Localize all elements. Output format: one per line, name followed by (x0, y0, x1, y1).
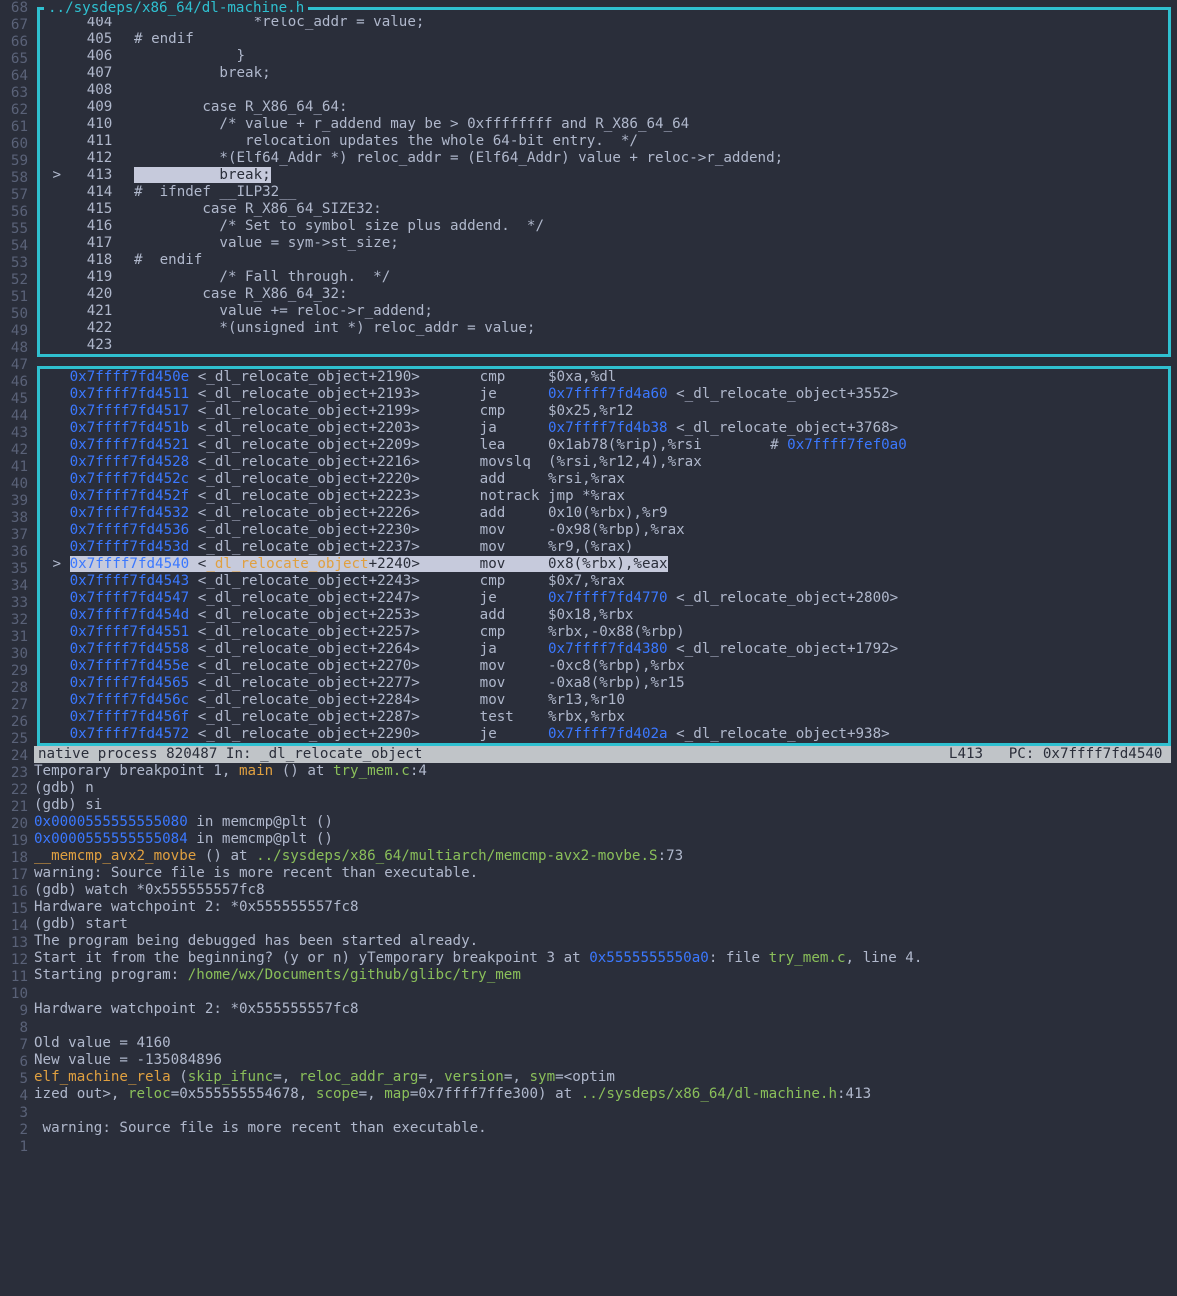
console-line: Starting program: /home/wx/Documents/git… (34, 967, 1177, 984)
console-line: 0x0000555555555084 in memcmp@plt () (34, 831, 1177, 848)
asm-line: 0x7ffff7fd4543 <_dl_relocate_object+2243… (44, 573, 1168, 590)
console-line: warning: Source file is more recent than… (34, 1120, 1177, 1137)
asm-line: 0x7ffff7fd453d <_dl_relocate_object+2237… (44, 539, 1168, 556)
asm-line: 0x7ffff7fd452f <_dl_relocate_object+2223… (44, 488, 1168, 505)
gdb-console[interactable]: Temporary breakpoint 1, main () at try_m… (34, 763, 1177, 1137)
console-line: (gdb) si (34, 797, 1177, 814)
source-line: 411 relocation updates the whole 64-bit … (44, 133, 1168, 150)
source-line: 421 value += reloc->r_addend; (44, 303, 1168, 320)
asm-line: 0x7ffff7fd4521 <_dl_relocate_object+2209… (44, 437, 1168, 454)
console-line: Old value = 4160 (34, 1035, 1177, 1052)
console-line: ized out>, reloc=0x555555554678, scope=,… (34, 1086, 1177, 1103)
source-line: 422 *(unsigned int *) reloc_addr = value… (44, 320, 1168, 337)
asm-line: 0x7ffff7fd4517 <_dl_relocate_object+2199… (44, 403, 1168, 420)
asm-line: 0x7ffff7fd4547 <_dl_relocate_object+2247… (44, 590, 1168, 607)
asm-line: 0x7ffff7fd4528 <_dl_relocate_object+2216… (44, 454, 1168, 471)
console-line: elf_machine_rela (skip_ifunc=, reloc_add… (34, 1069, 1177, 1086)
asm-line: 0x7ffff7fd4511 <_dl_relocate_object+2193… (44, 386, 1168, 403)
source-panel-title: ../sysdeps/x86_64/dl-machine.h (44, 0, 308, 17)
source-line: 412 *(Elf64_Addr *) reloc_addr = (Elf64_… (44, 150, 1168, 167)
asm-line: 0x7ffff7fd456c <_dl_relocate_object+2284… (44, 692, 1168, 709)
console-line: __memcmp_avx2_movbe () at ../sysdeps/x86… (34, 848, 1177, 865)
source-line: 405 # endif (44, 31, 1168, 48)
source-line: 414 # ifndef __ILP32__ (44, 184, 1168, 201)
source-line: 420 case R_X86_64_32: (44, 286, 1168, 303)
source-code-panel[interactable]: 404 *reloc_addr = value; 405 # endif 406… (37, 14, 1171, 354)
source-line: 423 (44, 337, 1168, 354)
console-line: New value = -135084896 (34, 1052, 1177, 1069)
asm-line: 0x7ffff7fd450e <_dl_relocate_object+2190… (44, 369, 1168, 386)
source-line: 410 /* value + r_addend may be > 0xfffff… (44, 116, 1168, 133)
asm-line: 0x7ffff7fd4532 <_dl_relocate_object+2226… (44, 505, 1168, 522)
status-left: native process 820487 In: _dl_relocate_o… (38, 746, 422, 763)
asm-line: 0x7ffff7fd4565 <_dl_relocate_object+2277… (44, 675, 1168, 692)
disassembly-panel[interactable]: 0x7ffff7fd450e <_dl_relocate_object+2190… (37, 369, 1171, 743)
console-line: (gdb) watch *0x555555557fc8 (34, 882, 1177, 899)
console-line: Hardware watchpoint 2: *0x555555557fc8 (34, 1001, 1177, 1018)
source-line: 419 /* Fall through. */ (44, 269, 1168, 286)
asm-line: 0x7ffff7fd4572 <_dl_relocate_object+2290… (44, 726, 1168, 743)
asm-line: 0x7ffff7fd455e <_dl_relocate_object+2270… (44, 658, 1168, 675)
console-line (34, 1018, 1177, 1035)
asm-line: 0x7ffff7fd451b <_dl_relocate_object+2203… (44, 420, 1168, 437)
asm-line: 0x7ffff7fd4551 <_dl_relocate_object+2257… (44, 624, 1168, 641)
status-right: L413 PC: 0x7ffff7fd4540 (949, 746, 1171, 763)
source-line: 408 (44, 82, 1168, 99)
console-line: warning: Source file is more recent than… (34, 865, 1177, 882)
console-line: The program being debugged has been star… (34, 933, 1177, 950)
source-line: 416 /* Set to symbol size plus addend. *… (44, 218, 1168, 235)
asm-line: 0x7ffff7fd452c <_dl_relocate_object+2220… (44, 471, 1168, 488)
console-line: Start it from the beginning? (y or n) yT… (34, 950, 1177, 967)
status-bar: native process 820487 In: _dl_relocate_o… (34, 746, 1171, 763)
asm-line: 0x7ffff7fd456f <_dl_relocate_object+2287… (44, 709, 1168, 726)
console-line: 0x0000555555555080 in memcmp@plt () (34, 814, 1177, 831)
source-line: 409 case R_X86_64_64: (44, 99, 1168, 116)
console-line: Temporary breakpoint 1, main () at try_m… (34, 763, 1177, 780)
source-line: 418 # endif (44, 252, 1168, 269)
asm-line: 0x7ffff7fd4536 <_dl_relocate_object+2230… (44, 522, 1168, 539)
main-content: ../sysdeps/x86_64/dl-machine.h 404 *relo… (34, 0, 1177, 1137)
console-line: Hardware watchpoint 2: *0x555555557fc8 (34, 899, 1177, 916)
asm-line: > 0x7ffff7fd4540 <_dl_relocate_object+22… (44, 556, 1168, 573)
source-line: 415 case R_X86_64_SIZE32: (44, 201, 1168, 218)
source-line: 407 break; (44, 65, 1168, 82)
source-line: 417 value = sym->st_size; (44, 235, 1168, 252)
source-line: 406 } (44, 48, 1168, 65)
source-line: > 413 break; (44, 167, 1168, 184)
asm-line: 0x7ffff7fd4558 <_dl_relocate_object+2264… (44, 641, 1168, 658)
console-line: (gdb) n (34, 780, 1177, 797)
console-line (34, 1103, 1177, 1120)
console-line: (gdb) start (34, 916, 1177, 933)
console-line (34, 984, 1177, 1001)
line-number-gutter: 6867666564636261605958575655545352515049… (0, 0, 34, 1156)
asm-line: 0x7ffff7fd454d <_dl_relocate_object+2253… (44, 607, 1168, 624)
